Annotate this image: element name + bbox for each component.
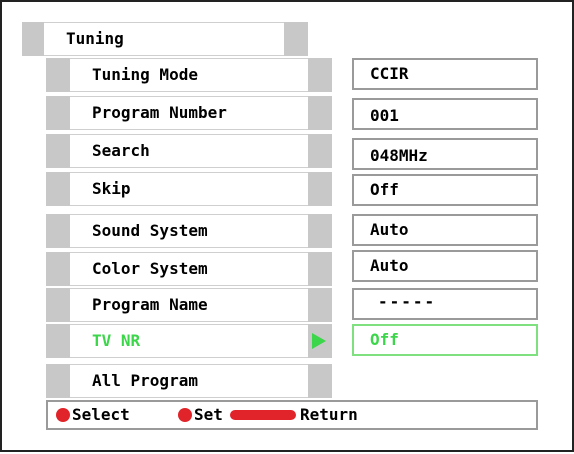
row-left-bevel [46,288,70,322]
menu-row-value: Off [370,180,399,199]
row-left-bevel [46,252,70,286]
menu-row-label: All Program [92,371,198,390]
menu-row-label: Tuning Mode [92,65,198,84]
menu-row-value: Auto [370,256,409,275]
menu-row-value: Off [370,330,399,349]
row-right-bevel [308,214,332,248]
menu-row-label: Search [92,141,150,160]
title-right-bevel [284,22,308,56]
menu-title: Tuning [66,29,124,48]
menu-row-label: Sound System [92,221,208,240]
menu-row-search[interactable] [46,134,332,168]
title-left-bevel [22,22,44,56]
menu-row-label: Color System [92,259,208,278]
row-right-bevel [308,364,332,398]
row-left-bevel [46,172,70,206]
red-button-icon [178,408,192,422]
row-left-bevel [46,58,70,92]
row-left-bevel [46,364,70,398]
row-left-bevel [46,214,70,248]
red-button-icon [56,408,70,422]
menu-row-tv-nr[interactable] [46,324,332,358]
row-right-bevel [308,58,332,92]
row-right-bevel [308,172,332,206]
row-right-bevel [308,134,332,168]
menu-row-value: 001 [370,106,399,125]
menu-row-value: ----- [378,292,437,311]
menu-row-skip[interactable] [46,172,332,206]
footer-return-label: Return [300,405,358,424]
menu-title-bar [22,22,308,56]
row-left-bevel [46,134,70,168]
play-arrow-icon [312,333,326,349]
footer-select-label: Select [72,405,130,424]
row-right-bevel [308,288,332,322]
menu-row-label: Program Name [92,295,208,314]
row-left-bevel [46,324,70,358]
menu-row-label: Skip [92,179,131,198]
menu-row-value: 048MHz [370,146,428,165]
return-key-icon [230,410,296,420]
row-right-bevel [308,96,332,130]
row-left-bevel [46,96,70,130]
menu-row-value: CCIR [370,64,409,83]
menu-row-label: TV NR [92,331,141,350]
row-right-bevel [308,252,332,286]
menu-row-value: Auto [370,220,409,239]
menu-row-label: Program Number [92,103,227,122]
footer-set-label: Set [194,405,223,424]
